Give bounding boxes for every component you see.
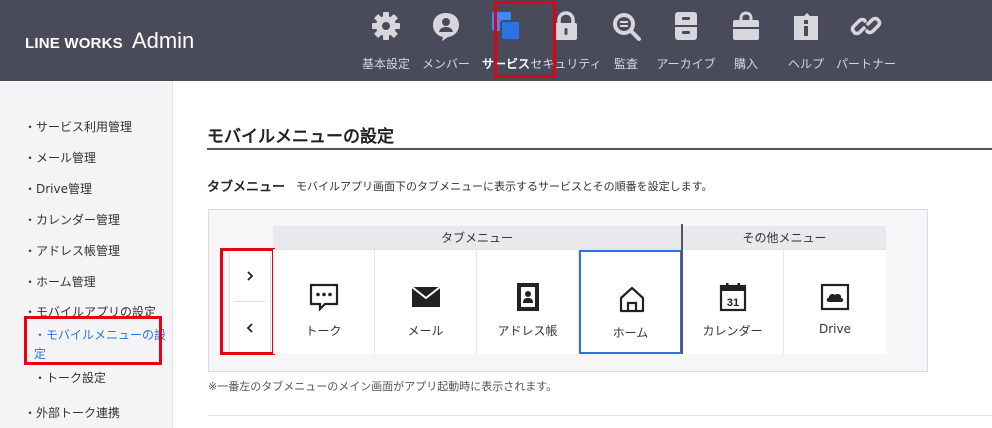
- sidebar-item-home[interactable]: ・ホーム管理: [24, 273, 96, 290]
- sidebar-item-service-usage[interactable]: ・サービス利用管理: [24, 118, 132, 135]
- arrows-highlight-box: [220, 248, 275, 355]
- sidebar-item-calendar[interactable]: ・カレンダー管理: [24, 211, 120, 228]
- tile-label: カレンダー: [702, 324, 763, 338]
- other-menu-group-header: その他メニュー: [683, 226, 886, 249]
- nav-item-purchase[interactable]: 購入: [716, 0, 776, 81]
- page-title: モバイルメニューの設定: [207, 127, 394, 147]
- sidebar-item-drive[interactable]: ・Drive管理: [24, 180, 92, 197]
- tile-talk[interactable]: トーク: [273, 250, 375, 354]
- sidebar-item-address-book[interactable]: ・アドレス帳管理: [24, 242, 120, 259]
- address-book-icon: [517, 283, 539, 311]
- services-highlight-box: [494, 1, 556, 78]
- nav-item-audit[interactable]: 監査: [596, 0, 656, 81]
- brand-name: LINE WORKS: [25, 35, 123, 52]
- nav-item-help[interactable]: ヘルプ: [776, 0, 836, 81]
- calendar-icon: 31: [719, 283, 747, 312]
- tab-menu-group-header: タブメニュー: [273, 226, 681, 249]
- nav-label: パートナー: [835, 57, 896, 71]
- tile-address-book[interactable]: アドレス帳: [477, 250, 579, 354]
- sidebar-item-talk-settings[interactable]: ・トーク設定: [34, 369, 106, 386]
- sidebar-item-external-talk[interactable]: ・外部トーク連携: [24, 404, 120, 421]
- main-nav: 基本設定 メンバー サービス セキュリティ 監査 アーカイブ 購入 ヘルプ パー…: [356, 0, 896, 81]
- footnote: ※一番左のタブメニューのメイン画面がアプリ起動時に表示されます。: [208, 380, 558, 393]
- home-icon: [619, 286, 645, 313]
- mail-icon: [411, 286, 441, 307]
- tile-home[interactable]: ホーム: [579, 250, 682, 354]
- tile-calendar[interactable]: 31 カレンダー: [682, 250, 784, 354]
- title-divider: [207, 148, 992, 150]
- tile-label: ホーム: [612, 326, 649, 340]
- tile-label: メール: [407, 324, 444, 338]
- calendar-day: 31: [727, 297, 739, 309]
- tile-label: トーク: [305, 324, 342, 338]
- tile-drive[interactable]: Drive: [784, 250, 886, 354]
- mobile-menu-highlight-box: [24, 316, 162, 365]
- tile-label: Drive: [819, 322, 851, 336]
- gear-icon: [372, 12, 400, 40]
- nav-item-members[interactable]: メンバー: [416, 0, 476, 81]
- nav-item-archive[interactable]: アーカイブ: [656, 0, 716, 81]
- archive-icon: [675, 12, 697, 40]
- section-title: タブメニュー: [207, 180, 286, 195]
- member-icon: [433, 13, 459, 41]
- section-description: モバイルアプリ画面下のタブメニューに表示するサービスとその順番を設定します。: [296, 180, 713, 193]
- talk-icon: [309, 283, 339, 312]
- shopping-bag-icon: [733, 11, 759, 40]
- nav-item-partner[interactable]: パートナー: [836, 0, 896, 81]
- link-icon: [850, 16, 882, 36]
- group-separator: [681, 224, 683, 354]
- admin-label: Admin: [131, 28, 195, 53]
- help-icon: [794, 13, 818, 40]
- menu-tiles: トーク メール アドレス帳 ホーム 31 カレンダー Drive: [273, 249, 886, 354]
- tile-label: アドレス帳: [497, 324, 558, 338]
- magnifier-icon: [613, 13, 641, 41]
- bottom-divider: [208, 415, 992, 416]
- nav-item-basic-settings[interactable]: 基本設定: [356, 0, 416, 81]
- sidebar-item-mail[interactable]: ・メール管理: [24, 149, 96, 166]
- drive-icon: [820, 283, 850, 311]
- tile-mail[interactable]: メール: [375, 250, 477, 354]
- app-logo[interactable]: LINE WORKS Admin: [25, 28, 194, 54]
